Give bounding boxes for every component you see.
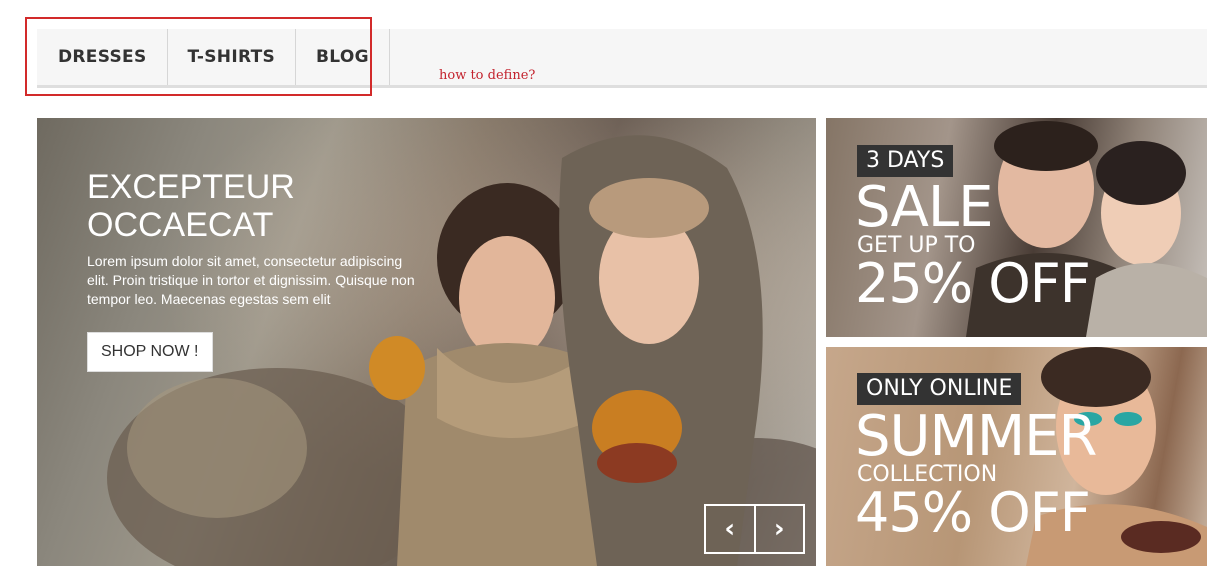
- chevron-right-icon: ›: [773, 514, 785, 544]
- slider-title-line-1: EXCEPTEUR: [87, 168, 295, 206]
- summer-discount: 45% OFF: [855, 481, 1091, 544]
- slider-description: Lorem ipsum dolor sit amet, consectetur …: [87, 253, 415, 307]
- slider-next-button[interactable]: ›: [753, 506, 804, 552]
- chevron-left-icon: ‹: [724, 514, 736, 544]
- sale-tag: 3 DAYS: [857, 145, 954, 177]
- summer-headline: SUMMER: [855, 404, 1097, 469]
- summer-banner[interactable]: ONLY ONLINE SUMMER COLLECTION 45% OFF: [826, 347, 1207, 566]
- menu-highlight-box: [25, 17, 372, 96]
- slider-arrows: ‹ ›: [704, 504, 805, 554]
- sale-banner[interactable]: 3 DAYS SALE GET UP TO 25% OFF: [826, 118, 1207, 337]
- online-tag: ONLY ONLINE: [857, 373, 1022, 405]
- annotation-note: how to define?: [439, 68, 536, 83]
- sale-discount: 25% OFF: [855, 252, 1091, 315]
- slider-title-line-2: OCCAECAT: [87, 206, 274, 244]
- homepage-slider[interactable]: EXCEPTEUR OCCAECAT Lorem ipsum dolor sit…: [37, 118, 816, 566]
- slider-prev-button[interactable]: ‹: [706, 506, 754, 552]
- sale-headline: SALE: [855, 175, 993, 240]
- shop-now-button[interactable]: SHOP NOW !: [87, 332, 213, 372]
- slider-title: EXCEPTEUR OCCAECAT: [87, 168, 295, 244]
